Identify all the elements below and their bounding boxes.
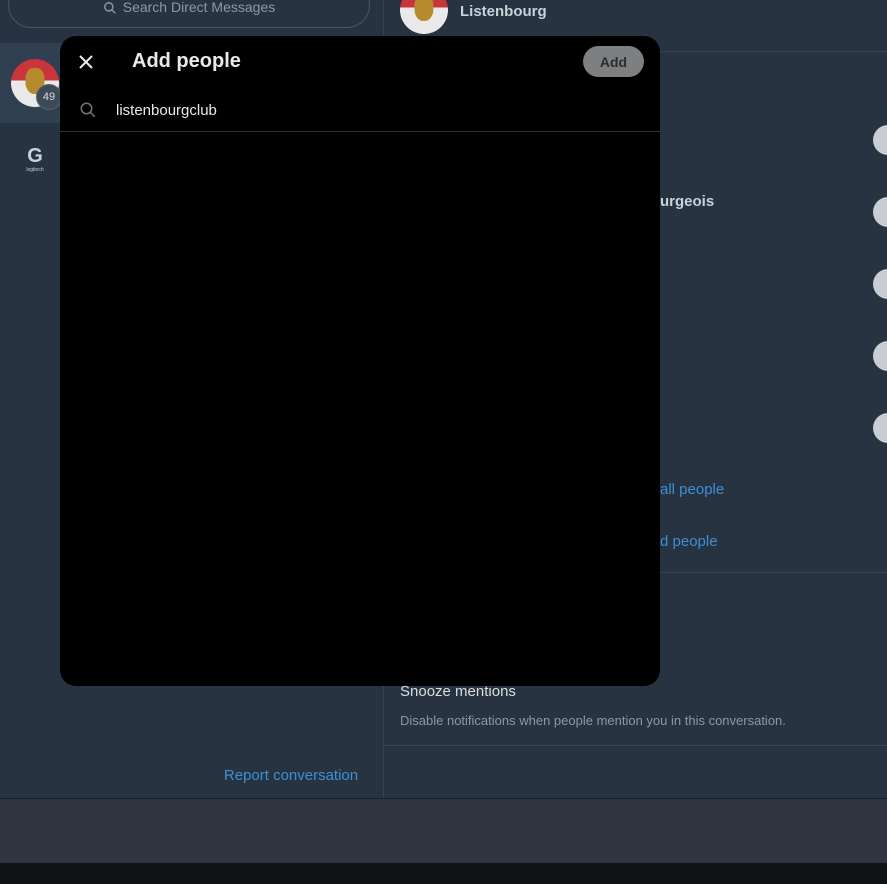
close-icon: [79, 55, 93, 69]
conversation-title: Listenbourg: [460, 3, 547, 20]
search-icon: [80, 102, 96, 118]
people-search-row: [60, 89, 660, 132]
taskbar-strip: [0, 863, 887, 884]
search-icon: [103, 2, 116, 14]
member-name: urgeois: [660, 193, 715, 210]
snooze-mentions-description: Disable notifications when people mentio…: [400, 713, 786, 728]
add-people-dialog: Add people Add: [60, 36, 660, 686]
add-button[interactable]: Add: [583, 46, 644, 77]
member-follow-button[interactable]: [873, 269, 887, 299]
conversation-item-logitech[interactable]: G logitech: [18, 146, 52, 180]
dm-search-placeholder: Search Direct Messages: [122, 0, 276, 15]
logitech-logo-icon: G: [27, 145, 43, 167]
close-button[interactable]: [70, 46, 102, 78]
add-people-link[interactable]: d people: [660, 533, 718, 550]
people-search-input[interactable]: [116, 99, 616, 121]
group-avatar: [400, 0, 448, 34]
unread-badge: 49: [36, 84, 62, 110]
divider: [384, 745, 887, 746]
member-follow-button[interactable]: [873, 197, 887, 227]
dm-search-field[interactable]: Search Direct Messages: [8, 0, 370, 28]
report-conversation-link[interactable]: Report conversation: [0, 767, 582, 784]
member-follow-button[interactable]: [873, 413, 887, 443]
member-follow-button[interactable]: [873, 125, 887, 155]
logitech-logo-text: logitech: [26, 167, 44, 173]
dialog-title: Add people: [132, 50, 241, 72]
bottom-bar: [0, 799, 887, 863]
view-all-people-link[interactable]: all people: [660, 481, 724, 498]
member-follow-button[interactable]: [873, 341, 887, 371]
